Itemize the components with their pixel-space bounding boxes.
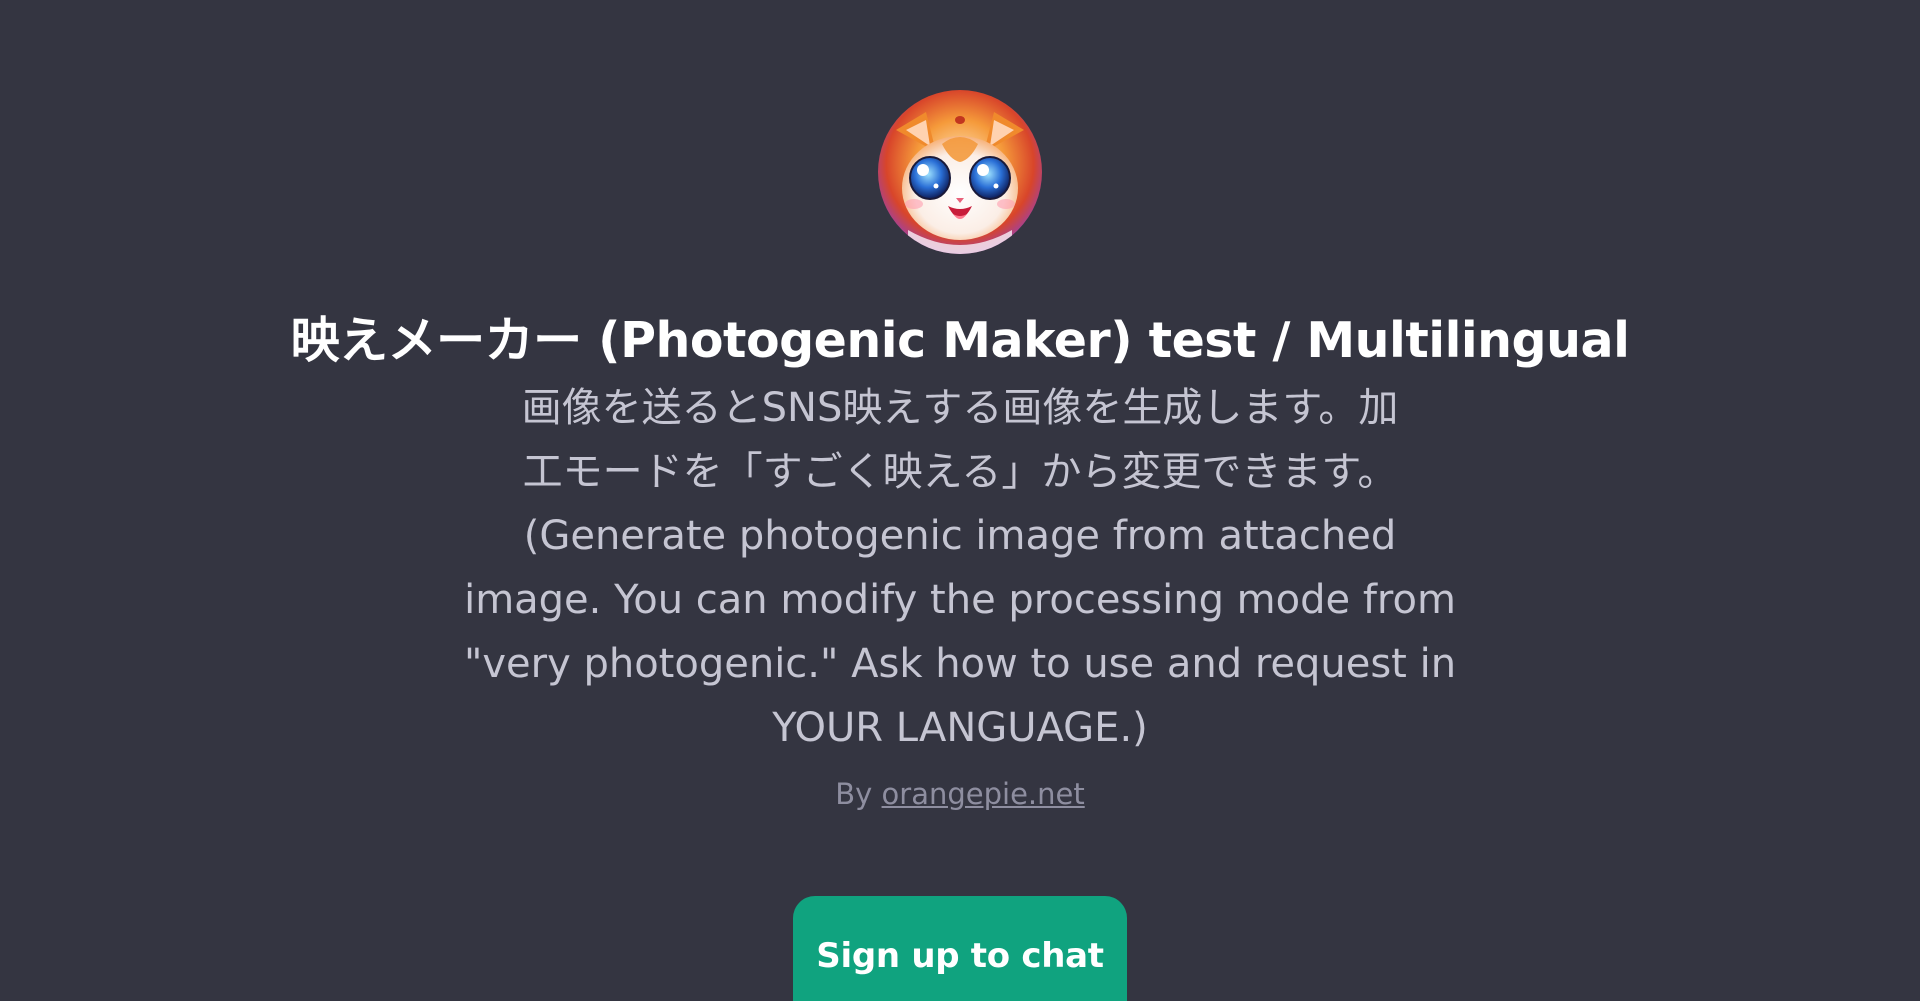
cat-avatar-icon: [878, 90, 1042, 254]
description-line: "very photogenic." Ask how to use and re…: [463, 641, 1457, 687]
sign-up-to-chat-button[interactable]: Sign up to chat: [793, 896, 1127, 1001]
gpt-avatar: [878, 90, 1042, 254]
author-link[interactable]: orangepie.net: [882, 777, 1085, 811]
author-prefix: By: [835, 777, 873, 811]
author-byline: By orangepie.net: [835, 774, 1084, 814]
description-line: image. You can modify the processing mod…: [464, 577, 1456, 623]
description-line: YOUR LANGUAGE.): [772, 705, 1148, 751]
description-line: 工モードを「すごく映える」から変更できます。: [522, 449, 1398, 495]
gpt-landing-page: 映えメーカー (Photogenic Maker) test / Multili…: [0, 0, 1920, 1001]
description-line: 画像を送るとSNS映えする画像を生成します。加: [521, 385, 1399, 431]
gpt-title: 映えメーカー (Photogenic Maker) test / Multili…: [290, 312, 1630, 369]
gpt-description: 画像を送るとSNS映えする画像を生成します。加 工モードを「すごく映える」から変…: [455, 376, 1465, 760]
description-line: (Generate photogenic image from attached: [523, 513, 1397, 559]
